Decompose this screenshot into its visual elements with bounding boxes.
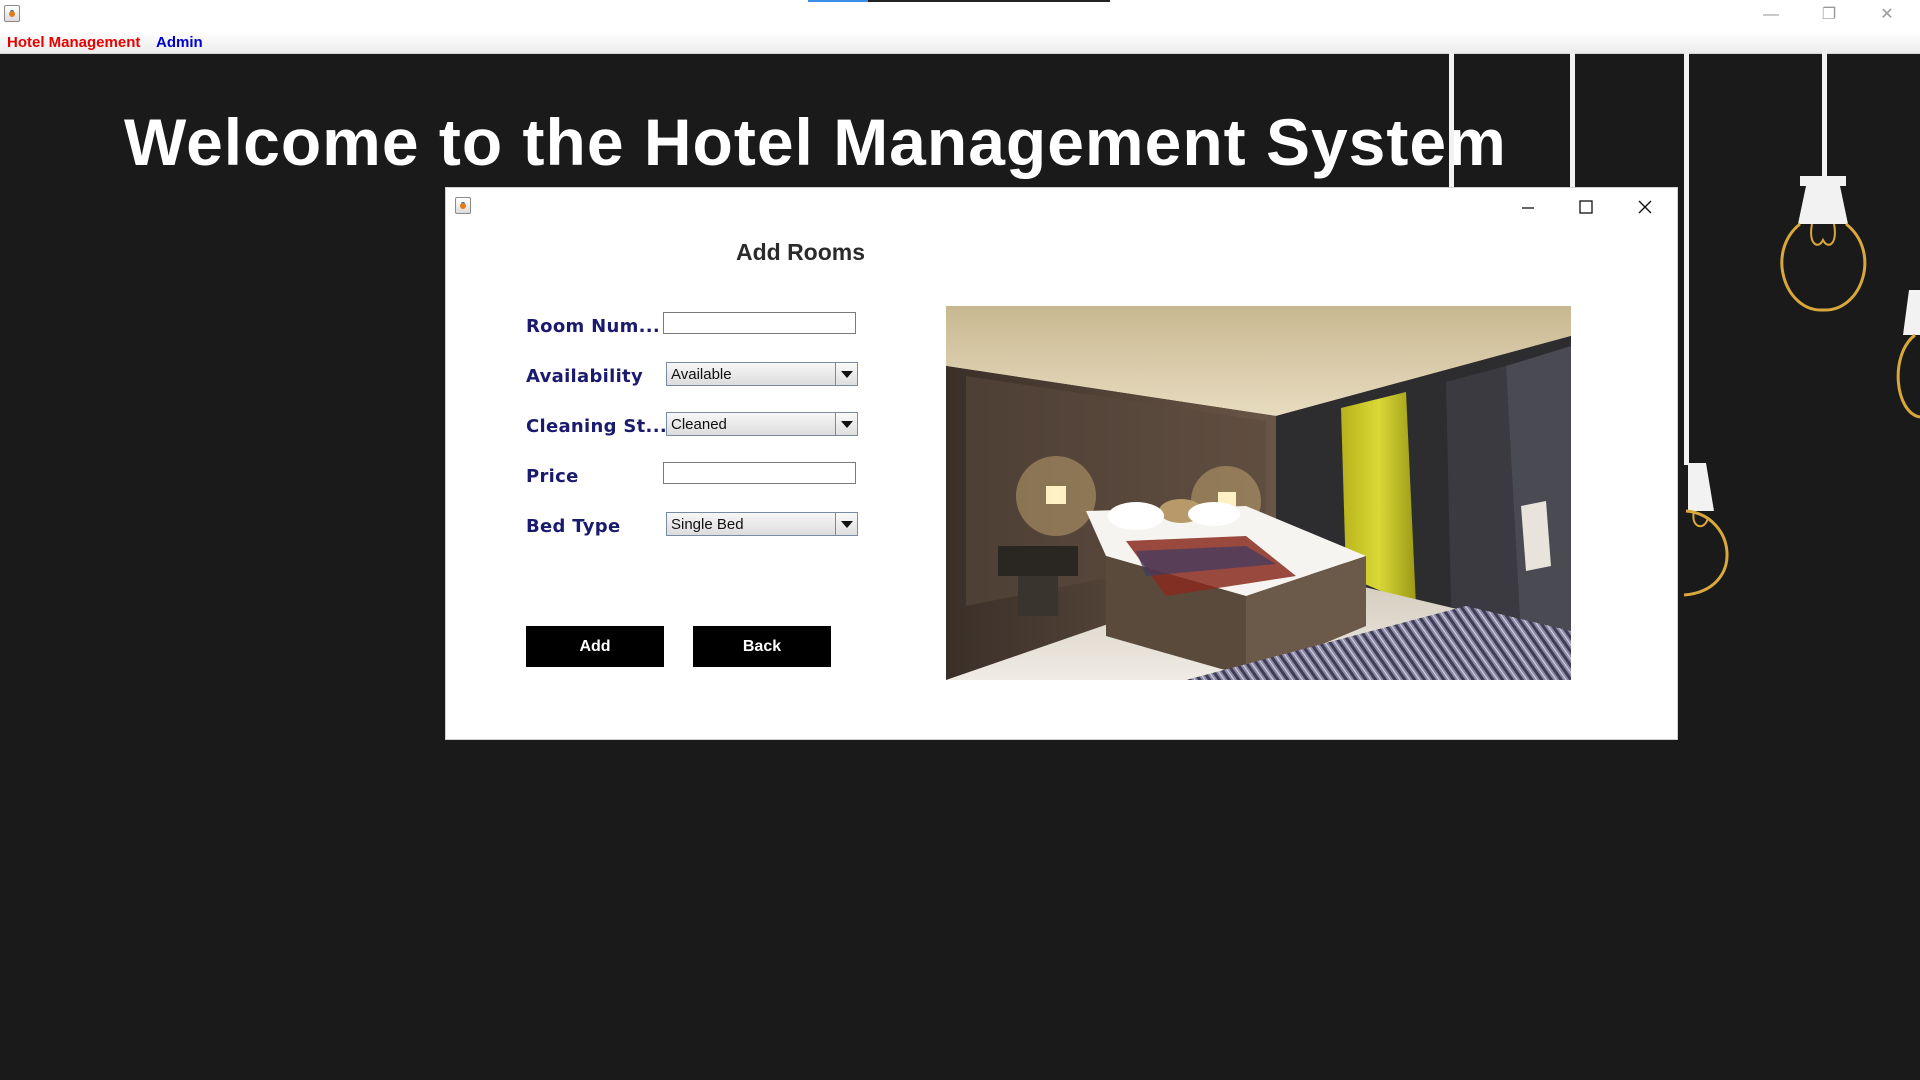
add-rooms-dialog: Add Rooms Room Num... Availability Avail… <box>446 188 1677 739</box>
menu-admin[interactable]: Admin <box>156 34 203 51</box>
cleaning-status-label: Cleaning St... <box>526 416 667 437</box>
light-bulb-icon <box>1683 463 1729 597</box>
java-app-icon <box>4 5 20 22</box>
room-number-input[interactable] <box>663 312 856 334</box>
price-input[interactable] <box>663 462 856 484</box>
title-bar-indicator <box>808 0 1110 2</box>
restore-icon[interactable]: ❐ <box>1811 4 1847 26</box>
light-bulb-icon <box>1780 176 1867 312</box>
minimize-icon[interactable] <box>1506 191 1550 221</box>
room-number-label: Room Num... <box>526 316 661 337</box>
bed-type-label: Bed Type <box>526 516 621 537</box>
menu-hotel-management[interactable]: Hotel Management <box>7 34 140 51</box>
add-button[interactable]: Add <box>526 626 664 667</box>
availability-selected-value: Available <box>671 366 732 383</box>
close-icon[interactable] <box>1623 191 1667 221</box>
main-title-bar: — ❐ ✕ <box>0 0 1920 31</box>
maximize-icon[interactable] <box>1564 191 1608 221</box>
dialog-title: Add Rooms <box>735 239 866 265</box>
chevron-down-icon[interactable] <box>835 363 857 385</box>
availability-dropdown[interactable]: Available <box>666 362 858 386</box>
chevron-down-icon[interactable] <box>835 513 857 535</box>
cleaning-status-selected-value: Cleaned <box>671 416 727 433</box>
back-button[interactable]: Back <box>693 626 831 667</box>
close-icon[interactable]: ✕ <box>1869 4 1905 26</box>
java-app-icon <box>455 197 471 214</box>
bed-type-selected-value: Single Bed <box>671 516 744 533</box>
menu-bar: Hotel Management Admin <box>0 31 1920 54</box>
cleaning-status-dropdown[interactable]: Cleaned <box>666 412 858 436</box>
lamp-cord <box>1570 53 1575 188</box>
lamp-cord <box>1449 53 1454 188</box>
bed-type-dropdown[interactable]: Single Bed <box>666 512 858 536</box>
price-label: Price <box>526 466 579 487</box>
lamp-cord <box>1684 53 1689 465</box>
minimize-icon[interactable]: — <box>1753 4 1789 26</box>
chevron-down-icon[interactable] <box>835 413 857 435</box>
welcome-heading: Welcome to the Hotel Management System <box>124 105 1507 179</box>
light-bulb-icon <box>1896 290 1920 419</box>
lamp-cord <box>1822 53 1827 178</box>
availability-label: Availability <box>526 366 643 387</box>
hotel-room-image <box>946 306 1571 680</box>
